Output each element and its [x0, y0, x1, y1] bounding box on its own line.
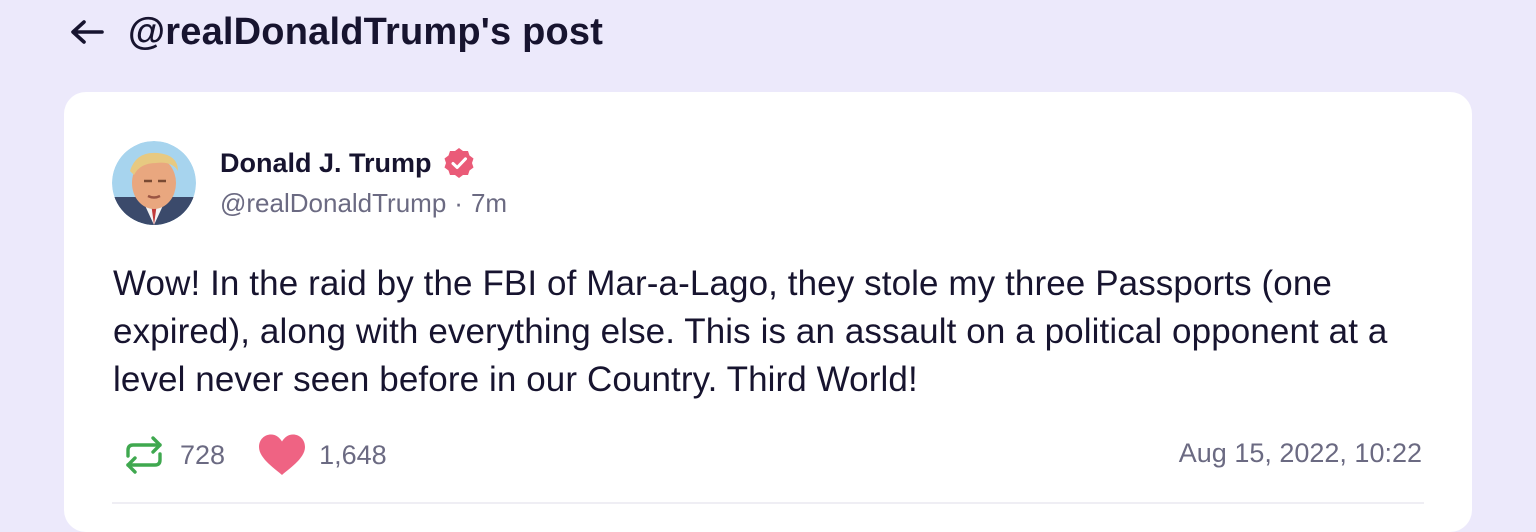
arrow-left-icon [71, 20, 104, 44]
post-timestamp: Aug 15, 2022, 10:22 [1178, 438, 1422, 468]
post-card: Donald J. Trump @realDonaldTrump · 7m Wo… [64, 92, 1472, 532]
avatar[interactable] [112, 141, 196, 225]
page-header: @realDonaldTrump's post [68, 6, 603, 58]
avatar-image [112, 141, 196, 225]
like-count: 1,648 [319, 439, 387, 470]
like-button[interactable]: 1,648 [257, 433, 387, 477]
post-actions: 728 1,648 [120, 430, 387, 480]
verified-badge-icon [442, 146, 476, 180]
author-handle[interactable]: @realDonaldTrump [220, 188, 446, 219]
post-text: Wow! In the raid by the FBI of Mar-a-Lag… [113, 264, 1388, 399]
meta-separator: · [454, 188, 463, 218]
post-meta: @realDonaldTrump · 7m [220, 188, 507, 219]
relative-time: 7m [470, 188, 508, 218]
back-button[interactable] [68, 13, 106, 51]
repost-icon [126, 436, 162, 474]
author-row: Donald J. Trump [220, 144, 476, 182]
repost-button[interactable]: 728 [120, 434, 225, 476]
heart-icon [259, 434, 306, 475]
divider [112, 502, 1424, 504]
repost-count: 728 [180, 439, 226, 470]
page-title: @realDonaldTrump's post [128, 10, 604, 53]
author-name[interactable]: Donald J. Trump [220, 148, 432, 179]
